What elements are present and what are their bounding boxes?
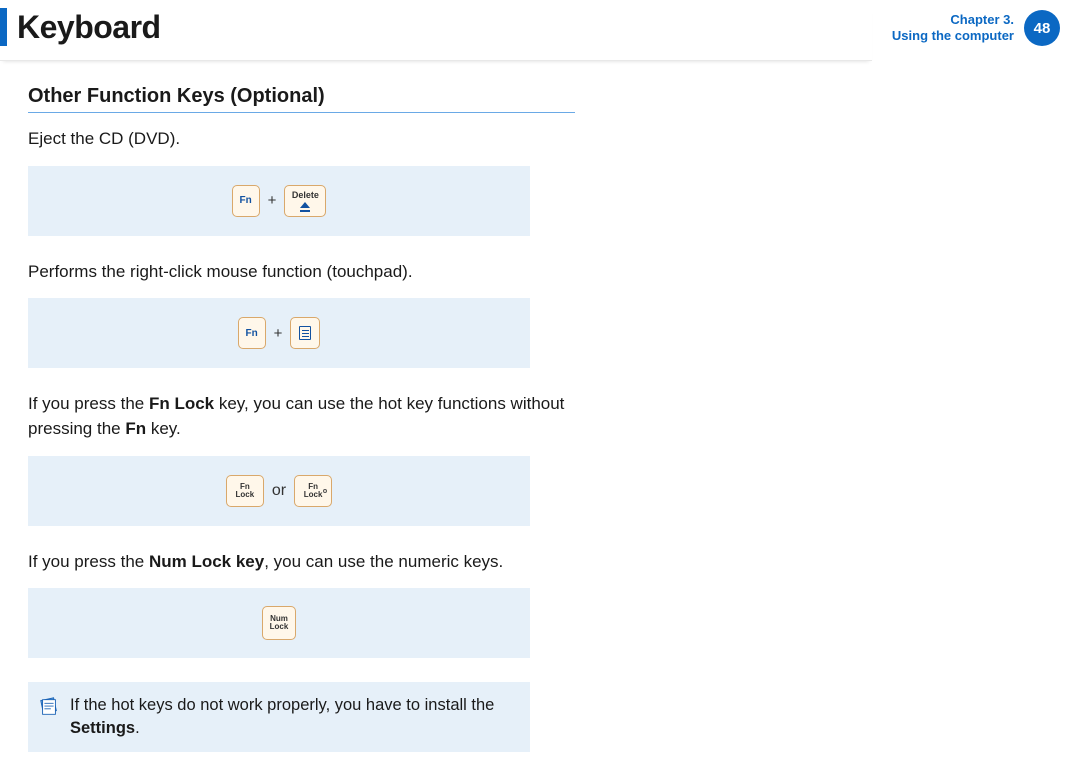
fn-lock-key: Fn Lock xyxy=(226,475,264,507)
num-lock-key-line2: Lock xyxy=(270,623,289,631)
item-4-keyrow: Num Lock xyxy=(28,588,530,658)
section-heading: Other Function Keys (Optional) xyxy=(28,85,575,113)
item-2-text: Performs the right-click mouse function … xyxy=(28,260,575,285)
note-icon xyxy=(38,696,60,718)
page-root: Keyboard Chapter 3. Using the computer 4… xyxy=(0,0,1080,766)
or-separator: or xyxy=(272,482,286,500)
fn-key: Fn xyxy=(238,317,266,349)
led-indicator-icon xyxy=(323,489,327,493)
item-3-keyrow: Fn Lock or Fn Lock xyxy=(28,456,530,526)
item-1-keyrow: Fn + Delete xyxy=(28,166,530,236)
eject-bar-icon xyxy=(300,210,310,212)
chapter-number: Chapter 3. xyxy=(892,12,1014,28)
plus-sign: + xyxy=(268,192,277,209)
header-right: Chapter 3. Using the computer 48 xyxy=(872,8,1060,46)
page-title: Keyboard xyxy=(17,9,161,46)
chapter-name: Using the computer xyxy=(892,28,1014,44)
plus-sign: + xyxy=(274,325,283,342)
item-4-text: If you press the Num Lock key, you can u… xyxy=(28,550,575,575)
eject-icon xyxy=(300,202,310,208)
fn-lock-key-line2: Lock xyxy=(304,491,323,499)
note-text: If the hot keys do not work properly, yo… xyxy=(70,694,516,740)
chapter-block: Chapter 3. Using the computer xyxy=(892,12,1014,43)
note-row: If the hot keys do not work properly, yo… xyxy=(28,682,530,752)
item-2-keyrow: Fn + xyxy=(28,298,530,368)
delete-eject-key: Delete xyxy=(284,185,326,217)
item-3-text: If you press the Fn Lock key, you can us… xyxy=(28,392,575,441)
num-lock-key: Num Lock xyxy=(262,606,296,640)
content-column: Other Function Keys (Optional) Eject the… xyxy=(0,61,575,752)
fn-lock-key-led: Fn Lock xyxy=(294,475,332,507)
fn-key: Fn xyxy=(232,185,260,217)
context-menu-icon xyxy=(299,326,311,340)
title-accent-bar xyxy=(0,8,7,46)
page-number-badge: 48 xyxy=(1024,10,1060,46)
delete-key-label: Delete xyxy=(292,190,319,200)
item-1-text: Eject the CD (DVD). xyxy=(28,127,575,152)
fn-lock-key-line2: Lock xyxy=(236,491,255,499)
header-left: Keyboard xyxy=(0,8,872,61)
header-row: Keyboard Chapter 3. Using the computer 4… xyxy=(0,0,1080,61)
context-menu-key xyxy=(290,317,320,349)
